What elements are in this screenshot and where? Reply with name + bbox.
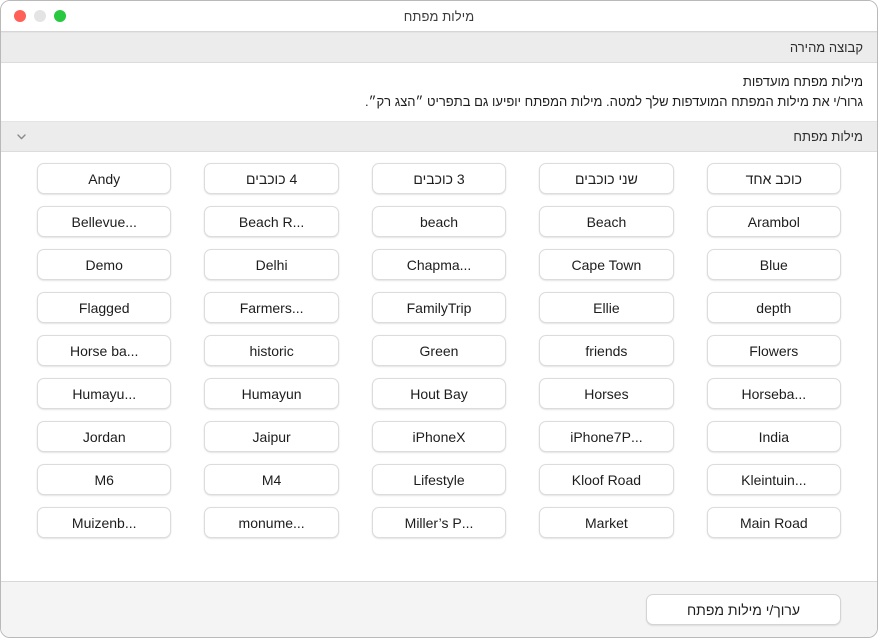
keyword-chip[interactable]: שני כוכבים: [539, 163, 674, 194]
quick-group-label: קבוצה מהירה: [789, 40, 863, 55]
keyword-chip[interactable]: Demo: [37, 249, 172, 280]
keyword-chip[interactable]: ...Farmers: [204, 292, 339, 323]
keyword-chip[interactable]: Main Road: [706, 507, 841, 538]
keyword-chip[interactable]: ...Humayu: [37, 378, 172, 409]
keyword-chip[interactable]: 3 כוכבים: [371, 163, 507, 194]
zoom-button[interactable]: [54, 10, 66, 22]
keyword-chip[interactable]: Humayun: [204, 378, 339, 409]
keywords-window: מילות מפתח קבוצה מהירה מילות מפתח מועדפו…: [0, 0, 878, 638]
keyword-chip[interactable]: 4 כוכבים: [204, 163, 339, 194]
title-bar: מילות מפתח: [1, 1, 877, 32]
favorites-description: מילות מפתח מועדפות גרור/י את מילות המפתח…: [1, 63, 877, 121]
window-title: מילות מפתח: [403, 8, 475, 24]
keyword-chip[interactable]: כוכב אחד: [706, 163, 841, 194]
keyword-chip[interactable]: Lifestyle: [371, 464, 507, 495]
keyword-chip[interactable]: iPhoneX: [371, 421, 507, 452]
keyword-chip[interactable]: ...Horseba: [706, 378, 841, 409]
keywords-section-label: מילות מפתח: [793, 129, 863, 144]
window-controls: [1, 1, 66, 31]
keyword-chip[interactable]: Ellie: [539, 292, 674, 323]
keyword-chip[interactable]: Andy: [37, 163, 172, 194]
keyword-chip[interactable]: India: [706, 421, 841, 452]
keyword-chip[interactable]: ...Horse ba: [37, 335, 172, 366]
footer-bar: ערוך/י מילות מפתח: [1, 581, 877, 637]
keyword-chip[interactable]: ...Kleintuin: [706, 464, 841, 495]
keyword-chip[interactable]: Cape Town: [539, 249, 674, 280]
keyword-chip[interactable]: historic: [204, 335, 339, 366]
keyword-chip[interactable]: FamilyTrip: [371, 292, 507, 323]
keyword-chip[interactable]: ...Chapma: [371, 249, 507, 280]
keyword-chip[interactable]: friends: [539, 335, 674, 366]
keyword-chip[interactable]: ...Beach R: [204, 206, 339, 237]
keyword-chip[interactable]: Green: [371, 335, 507, 366]
keyword-chip[interactable]: Market: [539, 507, 674, 538]
keyword-chip[interactable]: Horses: [539, 378, 674, 409]
favorites-body: גרור/י את מילות המפתח המועדפות שלך למטה.…: [365, 94, 863, 109]
chevron-down-icon[interactable]: [15, 130, 28, 143]
keyword-chip[interactable]: M4: [204, 464, 339, 495]
keyword-chip[interactable]: Arambol: [706, 206, 841, 237]
keyword-chip[interactable]: Hout Bay: [371, 378, 507, 409]
keywords-section-header[interactable]: מילות מפתח: [1, 121, 877, 152]
quick-group-header: קבוצה מהירה: [1, 32, 877, 63]
keyword-chip[interactable]: ...iPhone7P: [539, 421, 674, 452]
edit-keywords-button[interactable]: ערוך/י מילות מפתח: [646, 594, 841, 625]
keyword-chip[interactable]: ...Muizenb: [37, 507, 172, 538]
keyword-chip[interactable]: M6: [37, 464, 172, 495]
keyword-chip[interactable]: ...Miller’s P: [371, 507, 507, 538]
keyword-chip[interactable]: Flowers: [706, 335, 841, 366]
keyword-chip[interactable]: beach: [371, 206, 507, 237]
minimize-button[interactable]: [34, 10, 46, 22]
keywords-grid: כוכב אחד שני כוכבים 3 כוכבים 4 כוכבים Andy Ar…: [37, 163, 841, 538]
keyword-chip[interactable]: Beach: [539, 206, 674, 237]
favorites-title: מילות מפתח מועדפות: [742, 74, 863, 89]
keyword-chip[interactable]: Jordan: [37, 421, 172, 452]
keyword-chip[interactable]: Kloof Road: [539, 464, 674, 495]
keyword-chip[interactable]: Jaipur: [204, 421, 339, 452]
keyword-chip[interactable]: Blue: [706, 249, 841, 280]
keyword-chip[interactable]: ...monume: [204, 507, 339, 538]
close-button[interactable]: [14, 10, 26, 22]
keyword-chip[interactable]: depth: [706, 292, 841, 323]
keywords-grid-area: כוכב אחד שני כוכבים 3 כוכבים 4 כוכבים Andy Ar…: [1, 152, 877, 581]
keyword-chip[interactable]: Flagged: [37, 292, 172, 323]
keyword-chip[interactable]: Delhi: [204, 249, 339, 280]
keyword-chip[interactable]: ...Bellevue: [37, 206, 172, 237]
